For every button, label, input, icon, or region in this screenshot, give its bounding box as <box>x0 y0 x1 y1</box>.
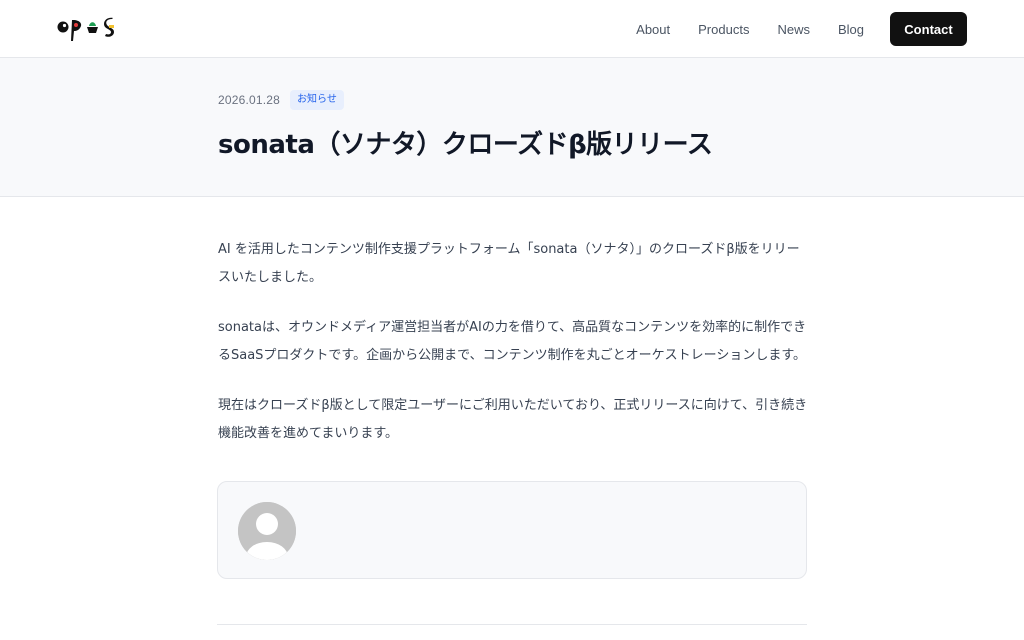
post-hero: 2026.01.28 お知らせ sonata（ソナタ）クローズドβ版リリース <box>0 58 1024 197</box>
contact-button[interactable]: Contact <box>890 12 967 46</box>
category-badge[interactable]: お知らせ <box>290 90 344 110</box>
post-date: 2026.01.28 <box>218 93 281 107</box>
post-body: AI を活用したコンテンツ制作支援プラットフォーム「sonata（ソナタ）」のク… <box>218 236 808 470</box>
author-card <box>217 481 807 579</box>
user-placeholder-icon <box>238 502 296 560</box>
nav-news[interactable]: News <box>777 22 810 37</box>
avatar <box>238 502 296 560</box>
paragraph: 現在はクローズドβ版として限定ユーザーにご利用いただいており、正式リリースに向け… <box>218 398 808 441</box>
divider <box>217 624 807 625</box>
opus-logo[interactable] <box>56 16 120 42</box>
nav-blog[interactable]: Blog <box>838 22 864 37</box>
post-meta: 2026.01.28 お知らせ <box>218 90 344 110</box>
paragraph: sonataは、オウンドメディア運営担当者がAIの力を借りて、高品質なコンテンツ… <box>218 320 807 363</box>
site-header: About Products News Blog Contact <box>0 0 1024 58</box>
paragraph: AI を活用したコンテンツ制作支援プラットフォーム「sonata（ソナタ）」のク… <box>218 242 800 285</box>
nav-products[interactable]: Products <box>698 22 749 37</box>
post-title: sonata（ソナタ）クローズドβ版リリース <box>218 130 713 160</box>
nav-about[interactable]: About <box>636 22 670 37</box>
main-nav: About Products News Blog <box>636 0 864 58</box>
